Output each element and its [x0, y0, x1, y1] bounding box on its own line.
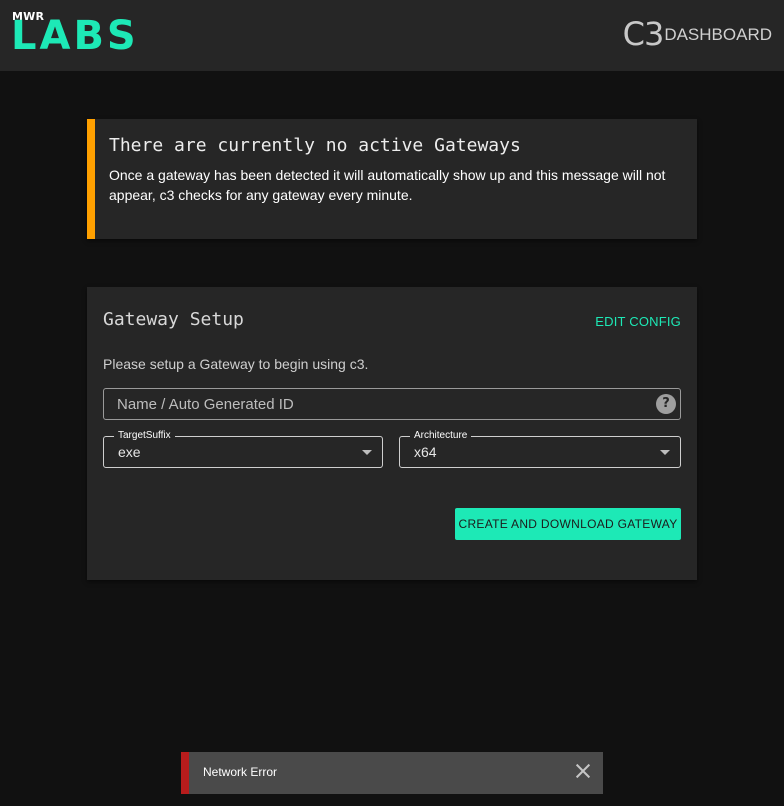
snackbar-message: Network Error — [203, 765, 278, 779]
setup-description: Please setup a Gateway to begin using c3… — [103, 356, 369, 372]
edit-config-button[interactable]: EDIT CONFIG — [595, 314, 681, 329]
logo-labs-text: LABS — [11, 13, 139, 59]
gateway-name-input[interactable] — [104, 389, 644, 419]
target-suffix-label: TargetSuffix — [114, 430, 175, 442]
chevron-down-icon — [362, 450, 372, 455]
architecture-select[interactable]: Architecture x64 — [399, 430, 681, 468]
gateway-name-field: ? — [103, 388, 681, 420]
close-icon[interactable] — [573, 761, 593, 781]
target-suffix-select[interactable]: TargetSuffix exe — [103, 430, 383, 468]
setup-title: Gateway Setup — [103, 309, 244, 330]
c3-dashboard-brand[interactable]: C3 DASHBOARD — [623, 17, 772, 51]
alert-title: There are currently no active Gateways — [109, 135, 521, 156]
architecture-value: x64 — [414, 444, 437, 460]
brand-dashboard-text: DASHBOARD — [664, 25, 772, 44]
chevron-down-icon — [660, 450, 670, 455]
architecture-label: Architecture — [410, 430, 472, 442]
create-download-gateway-button[interactable]: CREATE AND DOWNLOAD GATEWAY — [455, 508, 681, 540]
network-error-snackbar: Network Error — [181, 752, 603, 794]
no-gateways-alert: There are currently no active Gateways O… — [87, 119, 697, 239]
target-suffix-value: exe — [118, 444, 141, 460]
gateway-setup-card: Gateway Setup EDIT CONFIG Please setup a… — [87, 287, 697, 580]
alert-message: Once a gateway has been detected it will… — [109, 167, 666, 203]
help-circle-icon[interactable]: ? — [656, 394, 676, 414]
top-app-bar: MWR LABS C3 DASHBOARD — [0, 0, 784, 71]
brand-c3-text: C3 — [622, 15, 665, 53]
